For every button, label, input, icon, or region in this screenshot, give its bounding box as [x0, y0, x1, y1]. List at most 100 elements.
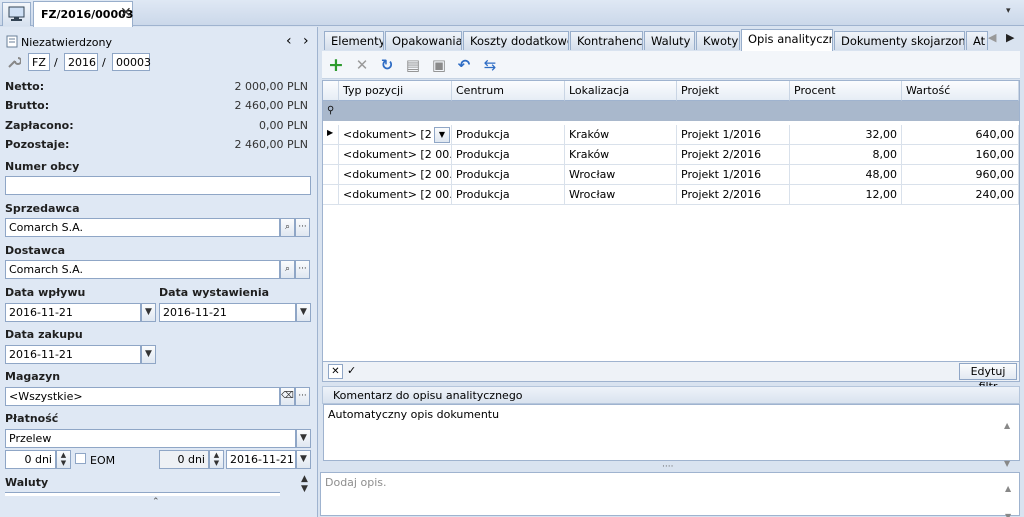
komentarz-header: Komentarz do opisu analitycznego [322, 386, 1020, 404]
table-cell-projekt[interactable]: Projekt 1/2016 [677, 165, 790, 185]
clear-filter-icon[interactable]: ✕ [328, 364, 343, 379]
table-cell-centrum[interactable]: Produkcja [452, 125, 565, 145]
column-header[interactable]: Typ pozycji [339, 81, 452, 101]
row-selector-icon[interactable]: ▶ [323, 125, 339, 145]
tab-dokumenty-skojarzone[interactable]: Dokumenty skojarzone [834, 31, 965, 50]
edit-icon[interactable]: ▤ [404, 56, 422, 74]
chevron-down-icon[interactable]: ▾ [1006, 6, 1011, 16]
column-header[interactable]: Lokalizacja [565, 81, 677, 101]
wrench-icon[interactable] [7, 55, 21, 69]
data-zakupu-field[interactable]: 2016-11-21 [5, 345, 141, 364]
save-icon[interactable]: ▣ [430, 56, 448, 74]
table-cell-lokalizacja[interactable]: Wrocław [565, 165, 677, 185]
column-header[interactable]: Centrum [452, 81, 565, 101]
add-icon[interactable]: + [327, 56, 345, 75]
table-cell-procent[interactable]: 8,00 [790, 145, 902, 165]
termin-dni-field[interactable]: 0 dni [5, 450, 56, 469]
document-header-panel: Niezatwierdzony ‹ › FZ / 2016 / 00003 Ne… [0, 27, 318, 517]
termin-data-field[interactable]: 2016-11-21 [226, 450, 296, 469]
document-number-field[interactable]: 00003 [112, 53, 151, 71]
tab-kontrahenci[interactable]: Kontrahenci [570, 31, 643, 50]
brutto-label: Brutto: [5, 99, 50, 112]
data-wystawienia-field[interactable]: 2016-11-21 [159, 303, 296, 322]
table-cell-lokalizacja[interactable]: Kraków [565, 125, 677, 145]
numer-obcy-field[interactable] [5, 176, 311, 195]
more-icon[interactable]: ··· [295, 387, 310, 406]
scrollbar[interactable]: ▲ ▼ [1005, 475, 1011, 517]
row-selector[interactable] [323, 185, 339, 205]
chevron-down-icon[interactable]: ▼ [296, 303, 311, 322]
checkmark-icon[interactable]: ✓ [347, 364, 356, 377]
splitter-handle[interactable]: ···· [662, 462, 673, 472]
table-cell-procent[interactable]: 48,00 [790, 165, 902, 185]
more-icon[interactable]: ··· [295, 218, 310, 237]
table-cell-procent[interactable]: 12,00 [790, 185, 902, 205]
table-cell-lokalizacja[interactable]: Kraków [565, 145, 677, 165]
sprzedawca-field[interactable]: Comarch S.A. [5, 218, 280, 237]
table-cell-typ[interactable]: <dokument> [2 00... [339, 185, 452, 205]
close-icon[interactable]: ✕ [120, 5, 132, 21]
chevron-down-icon[interactable]: ▼ [141, 303, 156, 322]
platnosc-field[interactable]: Przelew [5, 429, 296, 448]
document-year-field[interactable]: 2016 [64, 53, 98, 71]
chevron-left-icon[interactable]: ‹ [286, 33, 292, 49]
tab-elementy[interactable]: Elementy [324, 31, 384, 50]
chevron-right-icon[interactable]: › [303, 33, 309, 49]
chevron-down-icon[interactable]: ▼ [434, 127, 450, 143]
document-series-field[interactable]: FZ [28, 53, 50, 71]
table-cell-wartosc[interactable]: 960,00 [902, 165, 1019, 185]
row-selector[interactable] [323, 145, 339, 165]
table-cell-typ[interactable]: <dokument> [2 00... [339, 145, 452, 165]
table-cell-wartosc[interactable]: 240,00 [902, 185, 1019, 205]
refresh-icon[interactable]: ↻ [378, 56, 396, 74]
tab-opis-analityczny[interactable]: Opis analityczny [741, 29, 833, 51]
collapse-icon[interactable]: ⌃ [152, 497, 160, 507]
dodaj-opis-textarea[interactable]: Dodaj opis. ▲ ▼ [320, 472, 1020, 517]
table-cell-lokalizacja[interactable]: Wrocław [565, 185, 677, 205]
chevron-down-icon[interactable]: ▼ [141, 345, 156, 364]
column-header[interactable]: Procent [790, 81, 902, 101]
scroll-arrows-icon[interactable]: ▲ ▼ [301, 474, 308, 494]
tab-koszty-dodatkowe[interactable]: Koszty dodatkowe [463, 31, 569, 50]
more-icon[interactable]: ··· [295, 260, 310, 279]
chevron-down-icon[interactable]: ▼ [296, 429, 311, 448]
chevron-left-icon[interactable]: ◀ [988, 31, 996, 44]
dostawca-field[interactable]: Comarch S.A. [5, 260, 280, 279]
tab-kwoty[interactable]: Kwoty [696, 31, 740, 50]
delete-icon[interactable]: ✕ [353, 56, 371, 74]
table-cell-centrum[interactable]: Produkcja [452, 185, 565, 205]
data-wplywu-field[interactable]: 2016-11-21 [5, 303, 141, 322]
home-tab[interactable] [2, 2, 31, 26]
komentarz-textarea[interactable]: Automatyczny opis dokumentu ▲ ▼ [323, 404, 1020, 468]
table-cell-projekt[interactable]: Projekt 1/2016 [677, 125, 790, 145]
edit-filter-button[interactable]: Edytuj filtr [959, 363, 1017, 393]
tab-opakowania[interactable]: Opakowania [385, 31, 462, 50]
table-cell-centrum[interactable]: Produkcja [452, 145, 565, 165]
netto-label: Netto: [5, 80, 45, 93]
row-selector[interactable] [323, 165, 339, 185]
magazyn-field[interactable]: <Wszystkie> [5, 387, 280, 406]
chevron-down-icon[interactable]: ▼ [296, 450, 311, 469]
table-cell-typ[interactable]: <dokument> [2 00... [339, 165, 452, 185]
table-cell-projekt[interactable]: Projekt 2/2016 [677, 145, 790, 165]
tab-waluty[interactable]: Waluty [644, 31, 695, 50]
filter-row[interactable]: ⚲ [323, 101, 1019, 121]
tab-atrybuty[interactable]: At [966, 31, 988, 50]
eraser-icon[interactable]: ⌫ [280, 387, 295, 406]
table-cell-wartosc[interactable]: 160,00 [902, 145, 1019, 165]
distribute-icon[interactable]: ⇆ [481, 56, 499, 74]
table-cell-projekt[interactable]: Projekt 2/2016 [677, 185, 790, 205]
eom-checkbox[interactable] [75, 453, 86, 464]
search-icon[interactable]: ⌕ [280, 218, 295, 237]
table-cell-centrum[interactable]: Produkcja [452, 165, 565, 185]
column-header[interactable]: Wartość [902, 81, 1019, 101]
undo-icon[interactable]: ↶ [455, 56, 473, 74]
spinner-icon[interactable]: ▲ ▼ [56, 450, 71, 469]
table-cell-procent[interactable]: 32,00 [790, 125, 902, 145]
document-tab[interactable]: FZ/2016/00003 ✕ [33, 1, 133, 27]
search-icon[interactable]: ⌕ [280, 260, 295, 279]
column-header[interactable]: Projekt [677, 81, 790, 101]
waluty-field[interactable] [5, 492, 280, 496]
table-cell-wartosc[interactable]: 640,00 [902, 125, 1019, 145]
chevron-right-icon[interactable]: ▶ [1006, 31, 1014, 44]
